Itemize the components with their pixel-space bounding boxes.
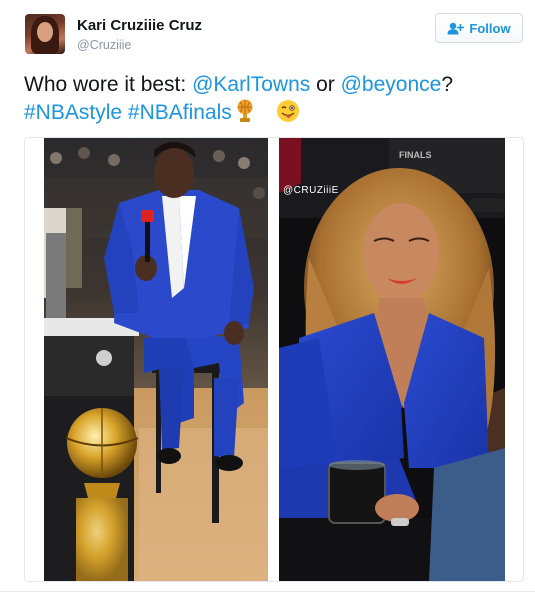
user-handle[interactable]: @Cruziiie xyxy=(77,38,131,52)
follow-label: Follow xyxy=(469,20,511,36)
tweet-text-mid: or xyxy=(310,73,341,96)
photo-beyonce[interactable]: FINALS xyxy=(279,138,505,581)
tweet-text-prefix: Who wore it best: xyxy=(24,73,193,96)
svg-text:FINALS: FINALS xyxy=(399,150,432,160)
mention-beyonce[interactable]: @beyonce xyxy=(341,73,442,96)
follow-button[interactable]: Follow xyxy=(435,13,523,43)
winking-tongue-face-icon xyxy=(276,99,300,131)
photo-watermark: @CRUZiiiE xyxy=(283,185,339,196)
divider xyxy=(0,591,535,592)
tweet-text: Who wore it best: @KarlTowns or @beyonce… xyxy=(24,71,524,131)
photo-karl-towns[interactable] xyxy=(44,138,268,581)
hashtag-nbafinals[interactable]: #NBAfinals xyxy=(128,101,232,124)
display-name[interactable]: Kari Cruziiie Cruz xyxy=(77,17,202,34)
tweet-text-suffix: ? xyxy=(441,73,453,96)
mention-karltowns[interactable]: @KarlTowns xyxy=(192,73,310,96)
basketball-trophy-icon xyxy=(234,99,256,131)
add-user-icon xyxy=(447,22,465,35)
hashtag-nbastyle[interactable]: #NBAstyle xyxy=(24,101,122,124)
avatar[interactable] xyxy=(25,14,65,54)
